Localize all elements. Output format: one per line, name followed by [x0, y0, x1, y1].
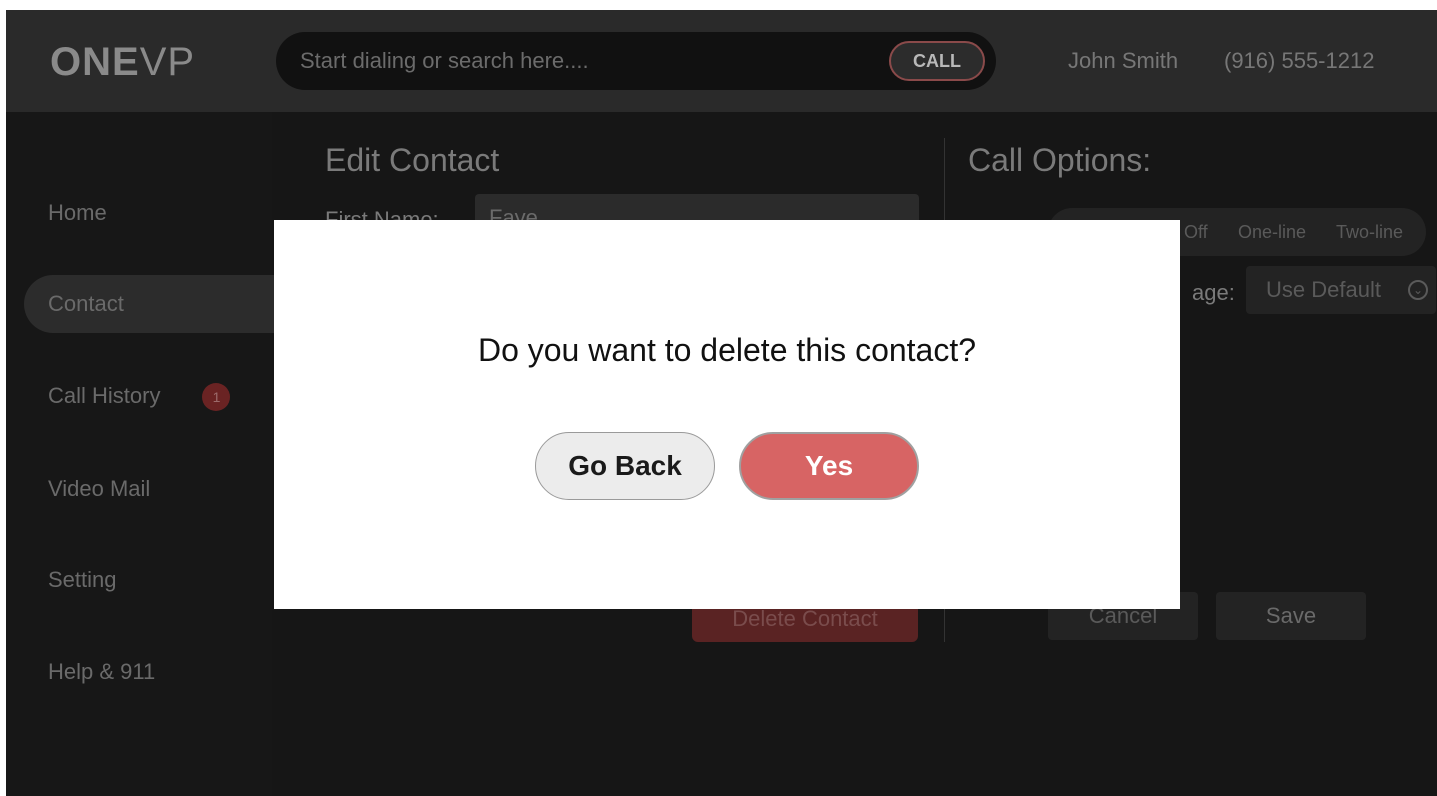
logo-light-text: VP [139, 40, 196, 84]
caption-option-off[interactable]: Off [1184, 208, 1208, 256]
user-phone-number: (916) 555-1212 [1224, 48, 1375, 73]
save-button[interactable]: Save [1216, 592, 1366, 640]
search-bar: CALL [276, 32, 996, 90]
sidebar-item-call-history[interactable]: Call History 1 [24, 367, 314, 425]
sidebar-item-label: Help & 911 [48, 659, 156, 684]
onevp-logo: ONEVP [50, 40, 195, 85]
app-screen: ONEVP CALL John Smith (916) 555-1212 Hom… [6, 10, 1437, 796]
dialog-question: Do you want to delete this contact? [477, 332, 977, 368]
chevron-down-icon: ⌄ [1408, 280, 1428, 300]
caption-option-two-line[interactable]: Two-line [1336, 208, 1403, 256]
caption-option-one-line[interactable]: One-line [1238, 208, 1306, 256]
logo-bold-text: ONE [50, 40, 140, 84]
sidebar: Home Contact Call History 1 Video Mail Se… [6, 112, 314, 796]
language-select-value: Use Default [1266, 277, 1381, 302]
go-back-button[interactable]: Go Back [535, 432, 715, 500]
sidebar-item-label: Call History [48, 383, 161, 408]
search-input[interactable] [300, 32, 880, 90]
edit-contact-title: Edit Contact [325, 142, 500, 178]
language-label: age: [1192, 280, 1235, 305]
sidebar-item-label: Contact [48, 291, 124, 316]
call-options-title: Call Options: [968, 142, 1152, 178]
user-name: John Smith [1068, 48, 1179, 73]
notification-badge: 1 [202, 383, 231, 412]
sidebar-item-label: Home [48, 200, 107, 225]
sidebar-item-contact[interactable]: Contact [24, 275, 314, 333]
yes-button[interactable]: Yes [739, 432, 919, 500]
sidebar-item-label: Setting [48, 567, 117, 592]
language-select[interactable]: Use Default ⌄ [1246, 266, 1436, 314]
sidebar-item-home[interactable]: Home [24, 184, 314, 242]
sidebar-item-help-911[interactable]: Help & 911 [24, 643, 314, 701]
sidebar-item-label: Video Mail [48, 476, 151, 501]
delete-confirm-dialog: Do you want to delete this contact? Go B… [274, 220, 1180, 609]
top-bar: ONEVP CALL John Smith (916) 555-1212 [6, 10, 1437, 112]
sidebar-item-setting[interactable]: Setting [24, 551, 314, 609]
call-button[interactable]: CALL [889, 41, 985, 81]
sidebar-item-video-mail[interactable]: Video Mail [24, 460, 314, 518]
